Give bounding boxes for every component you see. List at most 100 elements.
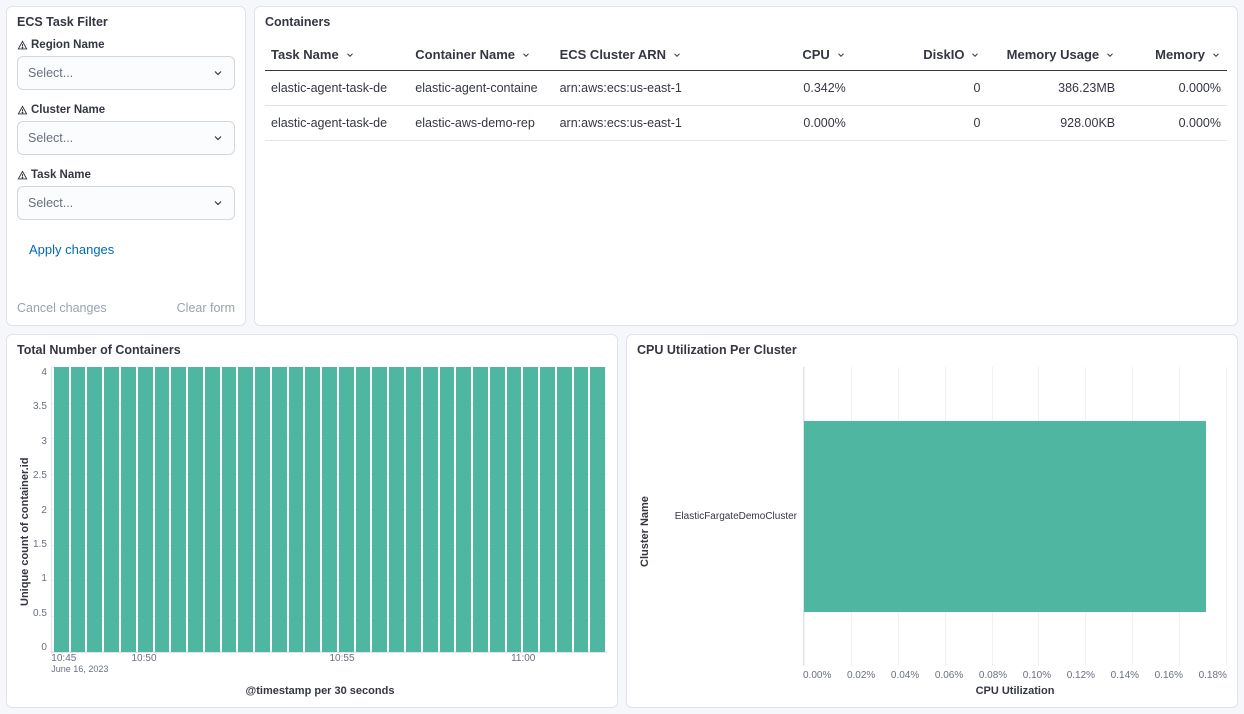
table-cell: 0 <box>852 106 987 141</box>
column-header[interactable]: CPU <box>717 39 852 71</box>
bar[interactable] <box>574 367 589 652</box>
y-tick: 3.5 <box>33 401 47 412</box>
bar[interactable] <box>523 367 538 652</box>
chart-title: Total Number of Containers <box>17 343 607 357</box>
table-cell: elastic-aws-demo-rep <box>409 106 553 141</box>
y-tick: ElasticFargateDemoCluster <box>653 367 803 666</box>
x-tick: 0.16% <box>1155 670 1183 681</box>
x-tick: 10:45June 16, 2023 <box>51 653 108 674</box>
bar[interactable] <box>473 367 488 652</box>
bar[interactable] <box>440 367 455 652</box>
x-tick: 10:50 <box>131 653 156 664</box>
bar[interactable] <box>205 367 220 652</box>
chevron-down-icon <box>1105 50 1115 60</box>
bar[interactable] <box>356 367 371 652</box>
bar-chart-plot[interactable] <box>51 367 607 653</box>
column-header[interactable]: ECS Cluster ARN <box>554 39 718 71</box>
bar[interactable] <box>322 367 337 652</box>
y-tick: 2 <box>41 505 47 516</box>
column-header[interactable]: Memory <box>1121 39 1227 71</box>
y-tick: 2.5 <box>33 470 47 481</box>
bar[interactable] <box>238 367 253 652</box>
chevron-down-icon <box>212 132 224 144</box>
chevron-down-icon <box>836 50 846 60</box>
y-tick: 0 <box>41 642 47 653</box>
bar[interactable] <box>490 367 505 652</box>
cancel-changes-button[interactable]: Cancel changes <box>17 301 107 315</box>
table-row[interactable]: elastic-agent-task-deelastic-agent-conta… <box>265 71 1227 106</box>
x-tick: 10:55 <box>329 653 354 664</box>
chevron-down-icon <box>212 197 224 209</box>
x-tick: 0.04% <box>891 670 919 681</box>
filter-field-label: Cluster Name <box>17 104 235 116</box>
column-header[interactable]: DiskIO <box>852 39 987 71</box>
table-cell: 0 <box>852 71 987 106</box>
bar[interactable] <box>54 367 69 652</box>
filter-select[interactable]: Select... <box>17 56 235 90</box>
bar[interactable] <box>171 367 186 652</box>
bar[interactable] <box>138 367 153 652</box>
bar[interactable] <box>406 367 421 652</box>
filter-field-label: Task Name <box>17 169 235 181</box>
y-tick: 0.5 <box>33 608 47 619</box>
y-tick: 3 <box>41 436 47 447</box>
x-tick: 0.12% <box>1067 670 1095 681</box>
bar[interactable] <box>121 367 136 652</box>
chevron-down-icon <box>521 50 531 60</box>
bar[interactable] <box>255 367 270 652</box>
bar[interactable] <box>372 367 387 652</box>
x-tick: 11:00 <box>511 653 535 664</box>
bar[interactable] <box>305 367 320 652</box>
x-tick: 0.06% <box>935 670 963 681</box>
chart-title: CPU Utilization Per Cluster <box>637 343 1227 357</box>
containers-panel: Containers Task NameContainer NameECS Cl… <box>254 6 1238 326</box>
chevron-down-icon <box>1211 50 1221 60</box>
bar[interactable] <box>222 367 237 652</box>
table-cell: 0.000% <box>717 106 852 141</box>
cpu-per-cluster-chart-panel: CPU Utilization Per Cluster Cluster Name… <box>626 334 1238 708</box>
hbar-chart-plot[interactable]: ElasticFargateDemoCluster <box>653 367 1227 666</box>
bar[interactable] <box>507 367 522 652</box>
table-cell: 0.000% <box>1121 106 1227 141</box>
bar[interactable] <box>87 367 102 652</box>
table-cell: elastic-agent-task-de <box>265 106 409 141</box>
bar[interactable] <box>540 367 555 652</box>
x-tick: 0.10% <box>1023 670 1051 681</box>
filter-select[interactable]: Select... <box>17 186 235 220</box>
column-header[interactable]: Task Name <box>265 39 409 71</box>
y-tick: 4 <box>41 367 47 378</box>
bar[interactable] <box>804 421 1206 612</box>
bar[interactable] <box>423 367 438 652</box>
filter-select[interactable]: Select... <box>17 121 235 155</box>
bar[interactable] <box>339 367 354 652</box>
bar[interactable] <box>155 367 170 652</box>
x-tick: 0.18% <box>1199 670 1227 681</box>
containers-table: Task NameContainer NameECS Cluster ARNCP… <box>265 39 1227 141</box>
table-row[interactable]: elastic-agent-task-deelastic-aws-demo-re… <box>265 106 1227 141</box>
y-tick: 1.5 <box>33 539 47 550</box>
x-tick: 0.14% <box>1111 670 1139 681</box>
warning-icon <box>17 40 28 51</box>
y-tick: 1 <box>41 573 47 584</box>
bar[interactable] <box>104 367 119 652</box>
bar[interactable] <box>71 367 86 652</box>
apply-changes-button[interactable]: Apply changes <box>17 234 126 265</box>
bar[interactable] <box>389 367 404 652</box>
chevron-down-icon <box>970 50 980 60</box>
bar[interactable] <box>272 367 287 652</box>
table-cell: 928.00KB <box>986 106 1121 141</box>
bar[interactable] <box>590 367 605 652</box>
bar[interactable] <box>289 367 304 652</box>
column-header[interactable]: Memory Usage <box>986 39 1121 71</box>
containers-panel-title: Containers <box>265 15 1227 29</box>
filter-field-label: Region Name <box>17 39 235 51</box>
bar[interactable] <box>557 367 572 652</box>
bar[interactable] <box>188 367 203 652</box>
bar[interactable] <box>456 367 471 652</box>
table-cell: elastic-agent-task-de <box>265 71 409 106</box>
table-cell: arn:aws:ecs:us-east-1 <box>554 106 718 141</box>
column-header[interactable]: Container Name <box>409 39 553 71</box>
clear-form-button[interactable]: Clear form <box>177 301 235 315</box>
y-axis-label: Unique count of container.id <box>17 367 33 697</box>
table-cell: 0.000% <box>1121 71 1227 106</box>
